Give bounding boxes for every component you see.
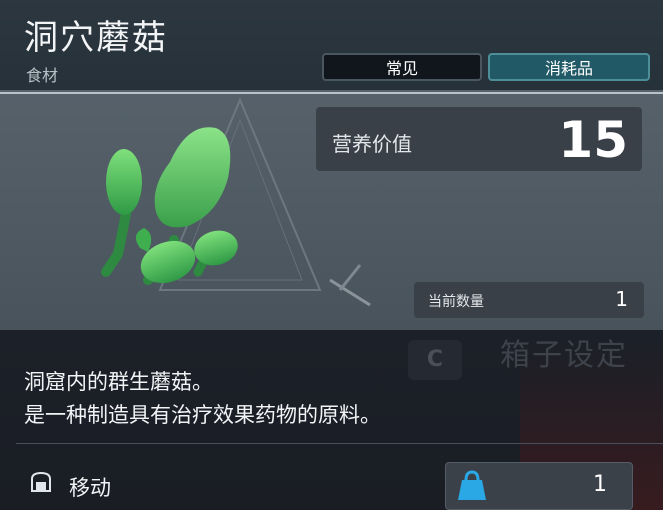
item-detail-panel: 洞穴蘑菇 食材 常见 消耗品 营养价值 15 当前数量 1 C 箱子设定 洞窟内…	[0, 0, 663, 510]
quantity-stat: 当前数量 1	[414, 282, 644, 318]
quantity-label: 当前数量	[428, 294, 484, 310]
tag-common: 常见	[322, 53, 482, 81]
move-icon	[31, 471, 51, 492]
header: 洞穴蘑菇 食材 常见 消耗品	[0, 0, 663, 90]
nutrition-value: 15	[558, 111, 628, 169]
background-hint-text: 箱子设定	[500, 338, 628, 373]
item-title: 洞穴蘑菇	[24, 18, 168, 58]
nutrition-label: 营养价值	[332, 132, 412, 156]
tag-consumable: 消耗品	[488, 53, 650, 81]
divider	[16, 443, 663, 444]
description-line-1: 洞窟内的群生蘑菇。	[24, 370, 213, 394]
item-category: 食材	[26, 66, 59, 85]
action-quantity-value: 1	[593, 472, 607, 497]
quantity-value: 1	[615, 287, 628, 311]
description-line-2: 是一种制造具有治疗效果药物的原料。	[24, 403, 381, 427]
nutrition-stat: 营养价值 15	[316, 107, 642, 171]
mushroom-icon	[101, 127, 238, 285]
move-label[interactable]: 移动	[69, 472, 111, 502]
bag-icon	[458, 470, 486, 500]
key-hint: C	[408, 340, 462, 380]
